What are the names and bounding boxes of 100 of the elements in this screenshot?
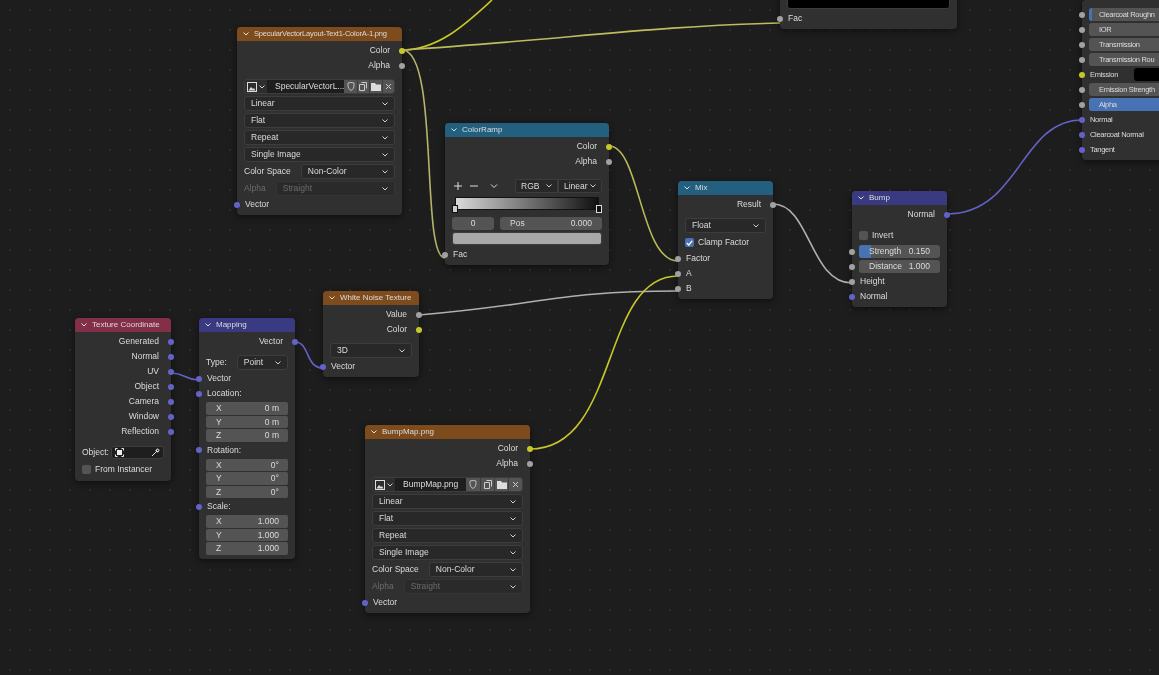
caret-icon [510, 533, 516, 538]
number-field[interactable]: X 0 m [206, 402, 288, 415]
checkbox[interactable] [859, 231, 868, 240]
node-header[interactable]: Mix [678, 181, 773, 195]
node-title: BumpMap.png [382, 428, 435, 436]
stop-marker[interactable] [452, 205, 458, 213]
dropdown[interactable]: RGB [515, 179, 558, 193]
node-title: Mix [695, 184, 708, 192]
chevron-icon[interactable] [371, 430, 377, 434]
checkbox[interactable] [685, 238, 694, 247]
dropdown[interactable]: Linear [372, 494, 523, 509]
object-icon [114, 448, 124, 457]
node-editor-canvas[interactable] [0, 0, 1159, 675]
socket-label: Fac [453, 250, 468, 259]
node-header[interactable]: Texture Coordinate [75, 318, 171, 332]
socket-label: Normal [860, 292, 888, 301]
node-header[interactable]: ColorRamp [445, 123, 609, 137]
dropdown[interactable]: Flat [244, 113, 395, 128]
dropdown[interactable]: Float [685, 218, 766, 233]
number-field[interactable]: Z 0 m [206, 429, 288, 442]
chevron-icon[interactable] [329, 296, 335, 300]
number-field[interactable]: X 0° [206, 458, 288, 471]
socket-label: Vector [245, 200, 270, 209]
dropdown[interactable]: Single Image [372, 545, 523, 560]
number-field[interactable]: Y 1.000 [206, 528, 288, 541]
dropdown[interactable]: Flat [372, 511, 523, 526]
node-header[interactable]: BumpMap.png [365, 425, 530, 439]
caret-icon [753, 223, 759, 228]
node-panel[interactable]: Mix Result Float Clamp Factor Factor A B [678, 181, 773, 299]
socket-label: Location: [207, 389, 242, 398]
socket-label: Alpha [368, 61, 390, 70]
chevron-icon[interactable] [684, 186, 690, 190]
color-swatch[interactable] [452, 232, 602, 245]
socket-label: Generated [118, 337, 159, 346]
number-field[interactable]: Z 0° [206, 485, 288, 498]
check-icon [686, 239, 693, 246]
dropdown[interactable]: Point [236, 355, 288, 370]
object-field[interactable] [110, 446, 164, 459]
node-panel[interactable]: ColorRamp Color Alpha RGB Linear 0 Pos 0.000 Fac [445, 123, 609, 265]
socket-label: Rotation: [207, 445, 242, 455]
dropdown[interactable]: 3D [330, 343, 412, 358]
node-header[interactable]: White Noise Texture [323, 291, 419, 305]
minus-icon[interactable] [470, 182, 478, 190]
caret-icon [382, 118, 388, 123]
checkbox[interactable] [82, 465, 91, 474]
plus-icon[interactable] [454, 182, 462, 190]
chevron-icon[interactable] [490, 182, 498, 190]
caret-icon [510, 499, 516, 504]
node-panel[interactable]: Fac [780, 0, 957, 29]
caret-icon [382, 135, 388, 140]
node-panel[interactable]: Mapping Vector Type: Point Vector Location: X 0 m Y 0 m Z 0 m Rotation: X 0° Y 0° Z 0° Scale: X 1.000 Y 1.000 Z 1.000 [199, 318, 295, 559]
socket-label: Alpha [575, 157, 597, 166]
index-field[interactable]: 0 [452, 217, 494, 230]
chevron-icon[interactable] [858, 196, 864, 200]
number-field[interactable]: Y 0 m [206, 415, 288, 428]
dropdown[interactable]: Non-Color [428, 562, 523, 577]
socket-label: Vector [258, 337, 283, 346]
socket-label: Value [385, 310, 407, 319]
node-header[interactable]: Bump [852, 191, 947, 205]
socket-label: Color [369, 46, 390, 55]
chevron-icon[interactable] [451, 128, 457, 132]
socket-label: Reflection [121, 427, 159, 436]
caret-icon [590, 184, 596, 188]
field-label: Color Space [372, 565, 419, 574]
dropdown[interactable]: Repeat [244, 130, 395, 145]
node-header[interactable]: Mapping [199, 318, 295, 332]
eyedropper-icon[interactable] [151, 448, 160, 457]
socket-label: Object [134, 382, 159, 391]
number-field[interactable]: Distance 1.000 [859, 260, 940, 273]
gradient-bar[interactable] [455, 197, 599, 213]
caret-icon [275, 360, 281, 365]
node-panel[interactable]: Texture Coordinate Generated Normal UV Object Camera Window Reflection Object: From Instancer [75, 318, 171, 481]
number-field[interactable]: Y 0° [206, 472, 288, 485]
chevron-icon[interactable] [205, 323, 211, 327]
socket-label: A [686, 269, 692, 278]
socket-label: Alpha [496, 459, 518, 468]
node-title: ColorRamp [462, 126, 503, 134]
number-field[interactable]: X 1.000 [206, 515, 288, 528]
node-panel[interactable]: White Noise Texture Value Color 3D Vector [323, 291, 419, 377]
chevron-icon[interactable] [243, 32, 249, 36]
dropdown[interactable]: Single Image [244, 147, 395, 162]
socket-label: Normal [131, 352, 159, 361]
dropdown[interactable]: Repeat [372, 528, 523, 543]
socket-label: Height [860, 277, 885, 286]
socket-label: Color [386, 325, 407, 334]
field-label: Object: [82, 448, 109, 457]
socket-label: Vector [207, 374, 232, 383]
socket-label: Factor [686, 254, 711, 263]
checkbox-label: Invert [872, 231, 894, 240]
number-field[interactable]: Z 1.000 [206, 542, 288, 555]
dropdown[interactable]: Linear [244, 96, 395, 111]
dropdown[interactable]: Non-Color [300, 164, 395, 179]
caret-icon [382, 101, 388, 106]
number-field[interactable]: Pos 0.000 [500, 217, 602, 230]
caret-icon [510, 550, 516, 555]
node-title: Bump [869, 194, 890, 202]
chevron-icon[interactable] [81, 323, 87, 327]
caret-icon [510, 584, 516, 589]
caret-icon [510, 516, 516, 521]
dropdown[interactable]: Linear [558, 179, 602, 193]
